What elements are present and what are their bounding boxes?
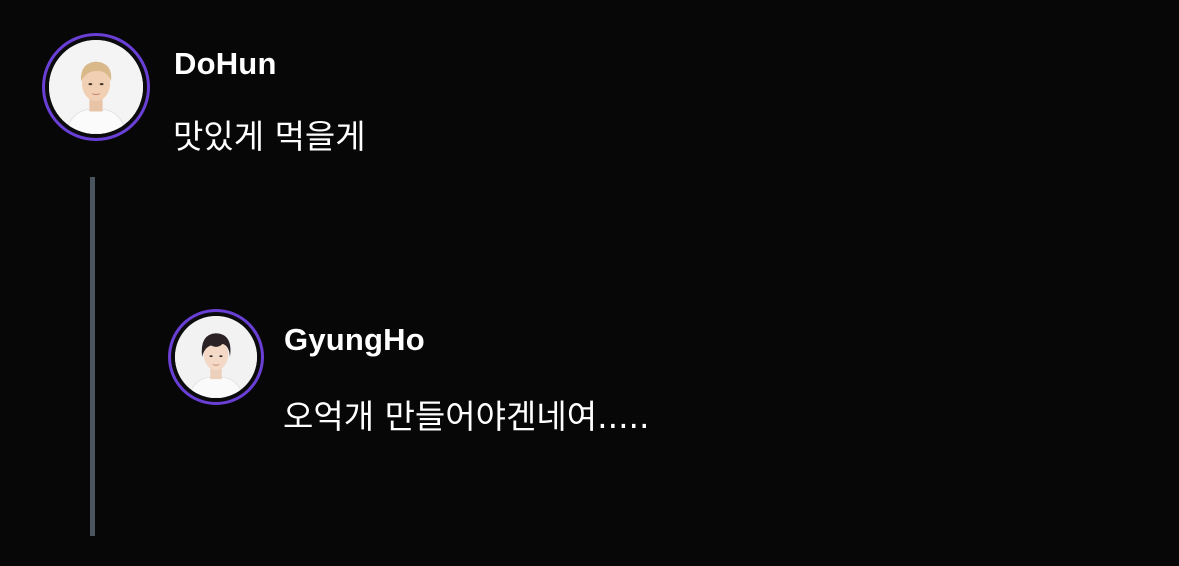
- profile-photo-icon: [175, 316, 257, 398]
- avatar-dohun[interactable]: [42, 33, 150, 141]
- comment-text: 맛있게 먹을게: [173, 117, 366, 156]
- avatar-gyungho[interactable]: [168, 309, 264, 405]
- comment-username[interactable]: DoHun: [174, 46, 277, 82]
- comment-text: 오억개 만들어야겐네여.....: [283, 397, 650, 436]
- profile-photo-icon: [49, 40, 143, 134]
- thread-reply-line: [90, 177, 95, 536]
- comment-username[interactable]: GyungHo: [284, 322, 425, 358]
- comment-thread: DoHun 맛있게 먹을게 GyungHo 오억개 만들어야겐네여.....: [0, 0, 1179, 566]
